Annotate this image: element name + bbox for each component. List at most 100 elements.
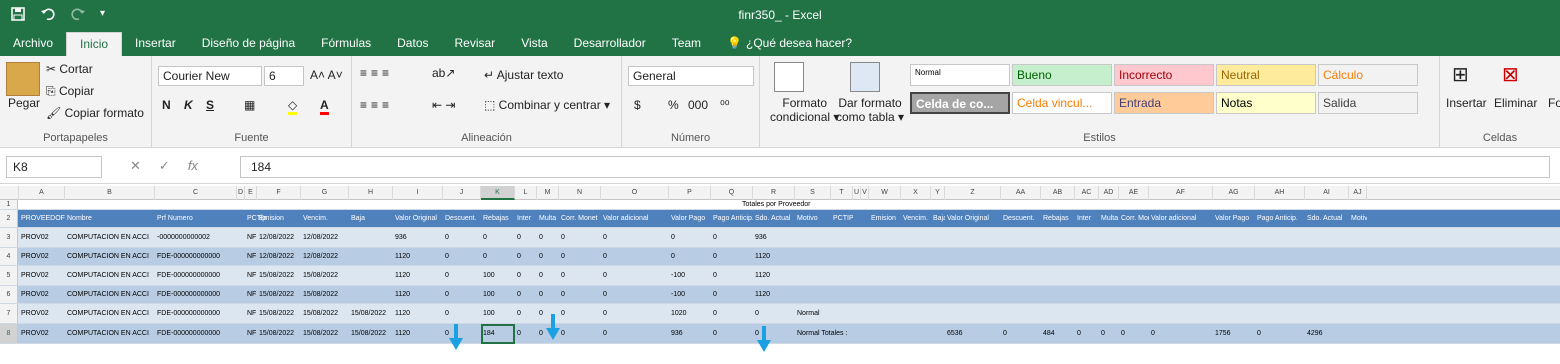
- table-cell[interactable]: 0: [559, 324, 601, 343]
- table-cell[interactable]: Valor Original: [393, 210, 443, 227]
- column-header-E[interactable]: E: [245, 186, 257, 200]
- table-cell[interactable]: 0: [753, 304, 795, 323]
- column-header-AA[interactable]: AA: [1001, 186, 1041, 200]
- column-header-P[interactable]: P: [669, 186, 711, 200]
- table-cell[interactable]: 936: [753, 228, 795, 247]
- formula-input[interactable]: 184: [240, 156, 1550, 178]
- table-cell[interactable]: COMPUTACION EN ACCI: [65, 266, 155, 285]
- tab-datos[interactable]: Datos: [384, 32, 441, 56]
- tell-me-box[interactable]: 💡 ¿Qué desea hacer?: [714, 32, 865, 56]
- table-cell[interactable]: 0: [537, 248, 559, 265]
- column-header-C[interactable]: C: [155, 186, 237, 200]
- cell-style-7[interactable]: Entrada: [1114, 92, 1214, 114]
- table-cell[interactable]: Inter: [1075, 210, 1099, 227]
- table-cell[interactable]: 0: [537, 286, 559, 303]
- row-header-3[interactable]: 3: [0, 228, 18, 247]
- table-cell[interactable]: 15/08/2022: [301, 286, 349, 303]
- conditional-format-button[interactable]: Formato condicional ▾: [770, 96, 839, 124]
- table-cell[interactable]: 0: [601, 248, 669, 265]
- table-cell[interactable]: 0: [559, 248, 601, 265]
- column-header-AG[interactable]: AG: [1213, 186, 1255, 200]
- merge-center-button[interactable]: ⬚ Combinar y centrar ▾: [484, 98, 610, 112]
- table-cell[interactable]: 15/08/2022: [349, 304, 393, 323]
- table-cell[interactable]: 936: [393, 228, 443, 247]
- table-cell[interactable]: 0: [711, 228, 753, 247]
- column-header-T[interactable]: T: [831, 186, 853, 200]
- table-cell[interactable]: 0: [1149, 324, 1213, 343]
- column-header-AI[interactable]: AI: [1305, 186, 1349, 200]
- table-cell[interactable]: Valor adicional: [1149, 210, 1213, 227]
- table-cell[interactable]: 100: [481, 286, 515, 303]
- bold-button[interactable]: N: [162, 98, 171, 112]
- table-cell[interactable]: 12/08/2022: [301, 248, 349, 265]
- fill-color-icon[interactable]: ◇: [288, 98, 298, 115]
- table-cell[interactable]: 0: [601, 228, 669, 247]
- table-cell[interactable]: 0: [515, 228, 537, 247]
- column-header-B[interactable]: B: [65, 186, 155, 200]
- table-cell[interactable]: 15/08/2022: [257, 304, 301, 323]
- cell-style-6[interactable]: Celda vincul...: [1012, 92, 1112, 114]
- table-cell[interactable]: Descuent.: [443, 210, 481, 227]
- column-header-A[interactable]: A: [19, 186, 65, 200]
- cell-style-4[interactable]: Cálculo: [1318, 64, 1418, 86]
- table-cell[interactable]: PCTIP: [831, 210, 853, 227]
- table-cell[interactable]: 12/08/2022: [257, 228, 301, 247]
- table-cell[interactable]: 484: [1041, 324, 1075, 343]
- table-cell[interactable]: PROV02: [19, 248, 65, 265]
- enter-icon[interactable]: ✓: [159, 158, 170, 174]
- table-cell[interactable]: 0: [559, 304, 601, 323]
- table-cell[interactable]: Normal: [795, 304, 891, 323]
- row-header-1[interactable]: 1: [0, 200, 18, 209]
- table-cell[interactable]: 0: [515, 286, 537, 303]
- grow-font-icon[interactable]: A˄ A˅: [310, 68, 343, 82]
- table-cell[interactable]: Corr. Monet: [1119, 210, 1149, 227]
- table-cell[interactable]: 0: [669, 248, 711, 265]
- table-cell[interactable]: 6536: [945, 324, 1001, 343]
- table-cell[interactable]: 1020: [669, 304, 711, 323]
- table-cell[interactable]: Prf Numero: [155, 210, 237, 227]
- tab-inicio[interactable]: Inicio: [66, 32, 123, 56]
- copy-button[interactable]: ⎘ Copiar: [46, 84, 94, 99]
- table-cell[interactable]: 15/08/2022: [257, 266, 301, 285]
- table-cell[interactable]: 0: [1255, 324, 1305, 343]
- tab-vista[interactable]: Vista: [508, 32, 560, 56]
- table-cell[interactable]: 0: [443, 286, 481, 303]
- table-cell[interactable]: 1120: [393, 286, 443, 303]
- table-cell[interactable]: 0: [711, 286, 753, 303]
- table-cell[interactable]: 12/08/2022: [257, 248, 301, 265]
- table-cell[interactable]: Vencim.: [301, 210, 349, 227]
- column-header-K[interactable]: K: [481, 186, 515, 200]
- number-format-select[interactable]: General: [628, 66, 754, 86]
- table-cell[interactable]: FDE-000000000000: [155, 248, 237, 265]
- row-header-5[interactable]: 5: [0, 266, 18, 285]
- column-header-G[interactable]: G: [301, 186, 349, 200]
- table-cell[interactable]: 0: [443, 248, 481, 265]
- table-cell[interactable]: 936: [669, 324, 711, 343]
- thousands-button[interactable]: 000: [688, 98, 708, 112]
- column-header-O[interactable]: O: [601, 186, 669, 200]
- column-header-F[interactable]: F: [257, 186, 301, 200]
- table-cell[interactable]: 1120: [393, 304, 443, 323]
- format-as-table-button[interactable]: Dar formato como tabla ▾: [836, 96, 904, 124]
- table-cell[interactable]: Sdo. Actual: [753, 210, 795, 227]
- cell-style-2[interactable]: Incorrecto: [1114, 64, 1214, 86]
- table-cell[interactable]: 0: [515, 324, 537, 343]
- table-cell[interactable]: 0: [1119, 324, 1149, 343]
- table-cell[interactable]: 0: [601, 286, 669, 303]
- borders-icon[interactable]: ▦: [244, 98, 255, 112]
- row-header-2[interactable]: 2: [0, 210, 18, 227]
- table-cell[interactable]: 100: [481, 304, 515, 323]
- table-cell[interactable]: 0: [443, 228, 481, 247]
- cell-style-3[interactable]: Neutral: [1216, 64, 1316, 86]
- table-cell[interactable]: Motivo: [1349, 210, 1367, 227]
- column-header-AD[interactable]: AD: [1099, 186, 1119, 200]
- table-cell[interactable]: Baja: [931, 210, 945, 227]
- table-cell[interactable]: 15/08/2022: [349, 324, 393, 343]
- table-cell[interactable]: 0: [559, 228, 601, 247]
- table-cell[interactable]: Nombre: [65, 210, 155, 227]
- paste-button[interactable]: Pegar: [8, 96, 40, 110]
- table-cell[interactable]: -100: [669, 286, 711, 303]
- insert-button[interactable]: Insertar: [1446, 96, 1487, 110]
- table-cell[interactable]: Normal Totales :: [795, 324, 891, 343]
- column-header-J[interactable]: J: [443, 186, 481, 200]
